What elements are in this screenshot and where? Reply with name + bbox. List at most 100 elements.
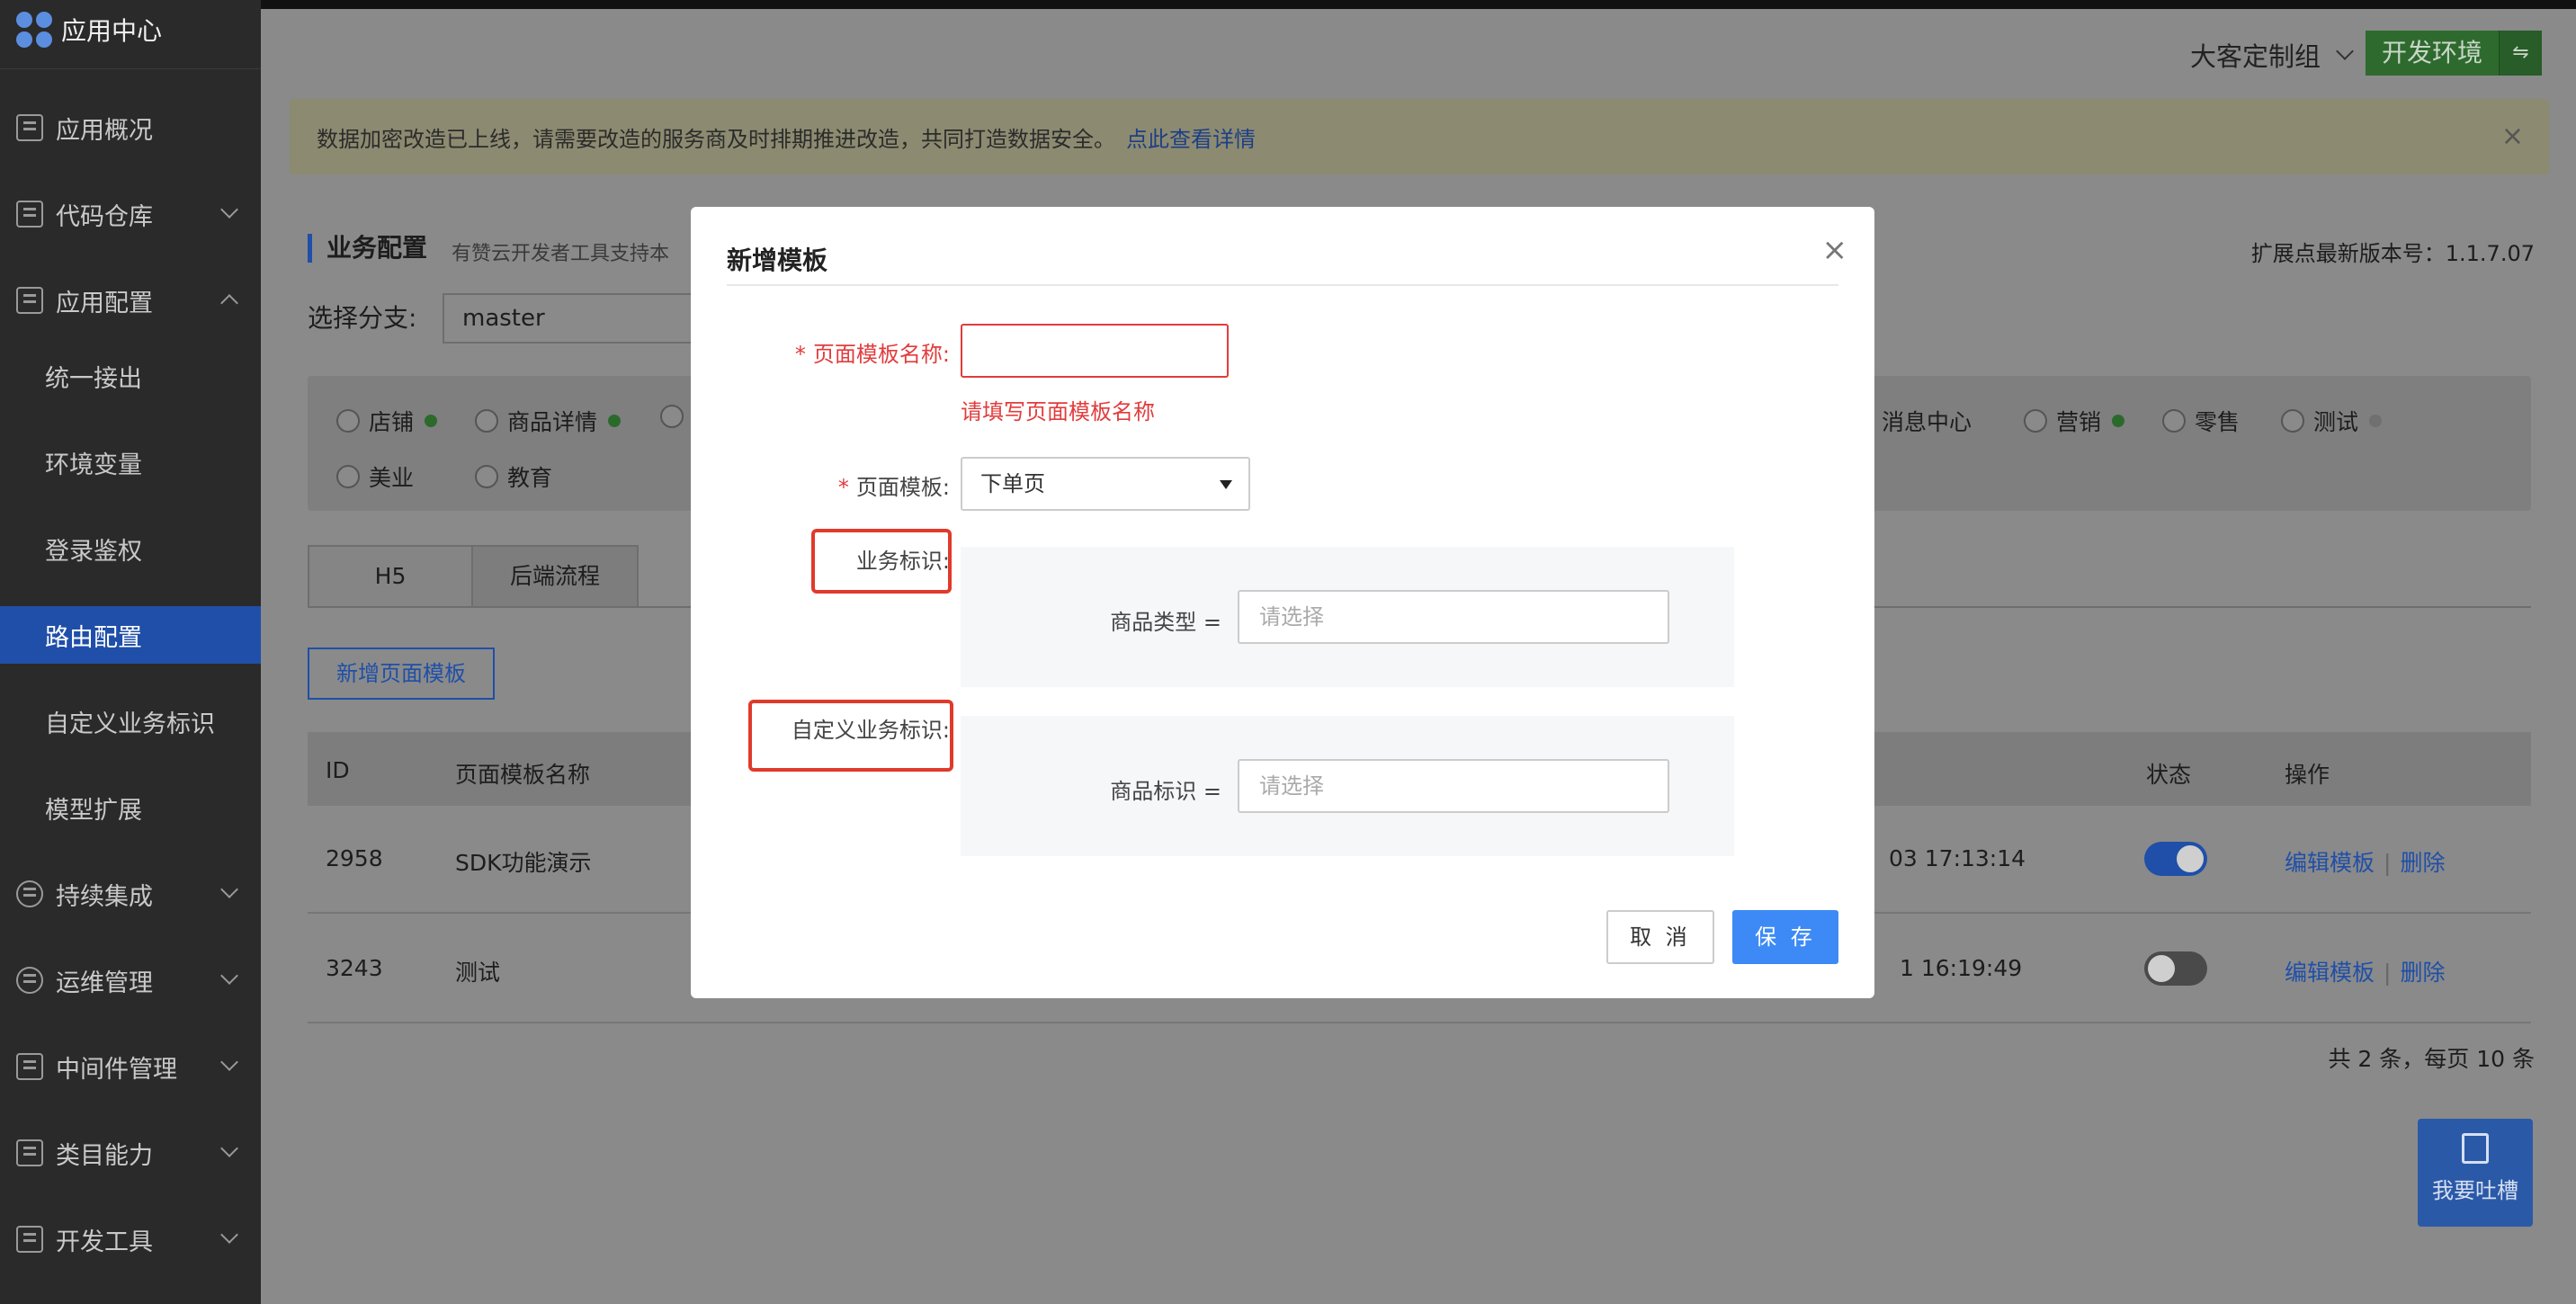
sidebar-item-repo[interactable]: 代码仓库 — [0, 185, 261, 243]
label-text: 页面模板名称: — [812, 342, 950, 367]
notice-text: 数据加密改造已上线，请需要改造的服务商及时排期推进改造，共同打造数据安全。 — [317, 126, 1115, 152]
sidebar-item-label: 运维管理 — [56, 969, 153, 997]
sidebar-item-app-config[interactable]: 应用配置 — [0, 272, 261, 329]
cell-time: 1 16:19:49 — [1900, 955, 2023, 981]
sidebar-item-label: 持续集成 — [56, 882, 153, 911]
sidebar-item-label: 环境变量 — [45, 451, 142, 479]
sidebar-item-login-auth[interactable]: 登录鉴权 — [0, 520, 261, 577]
sidebar-item-category[interactable]: 类目能力 — [0, 1124, 261, 1182]
sidebar: 应用中心 应用概况 代码仓库 应用配置 统一接出 环境变量 登录鉴权 路由配置 … — [0, 0, 261, 1304]
feedback-button[interactable]: 我要吐槽 — [2418, 1119, 2533, 1227]
radio-label: 商品详情 — [507, 409, 598, 435]
delete-link[interactable]: 删除 — [2400, 850, 2445, 876]
sidebar-item-dev-tools[interactable]: 开发工具 — [0, 1210, 261, 1268]
op-separator: | — [2384, 960, 2392, 986]
column-header-id: ID — [326, 757, 350, 783]
page-template-select[interactable]: 下单页 — [961, 457, 1250, 511]
chevron-down-icon — [220, 1139, 238, 1157]
sidebar-item-overview[interactable]: 应用概况 — [0, 99, 261, 156]
sliders-icon — [16, 287, 43, 314]
radio-retail[interactable]: 零售 — [2162, 405, 2240, 437]
flow-icon — [16, 880, 43, 907]
chevron-down-icon — [220, 880, 238, 898]
sidebar-item-label: 登录鉴权 — [45, 537, 142, 566]
sidebar-item-label: 模型扩展 — [45, 796, 142, 825]
radio-test[interactable]: 测试 — [2281, 405, 2383, 437]
sidebar-item-label: 应用概况 — [56, 116, 153, 145]
add-page-template-button[interactable]: 新增页面模板 — [308, 648, 495, 700]
cell-name: 测试 — [455, 960, 501, 986]
sidebar-item-label: 类目能力 — [56, 1141, 153, 1170]
sidebar-item-label: 路由配置 — [45, 623, 142, 652]
notice-banner: 数据加密改造已上线，请需要改造的服务商及时排期推进改造，共同打造数据安全。 点此… — [290, 99, 2549, 174]
sidebar-item-model-ext[interactable]: 模型扩展 — [0, 779, 261, 836]
radio-beauty[interactable]: 美业 — [336, 460, 414, 493]
cancel-button[interactable]: 取 消 — [1606, 910, 1714, 964]
sidebar-item-custom-biz-id[interactable]: 自定义业务标识 — [0, 692, 261, 750]
branch-select[interactable]: master — [443, 293, 712, 344]
calendar-icon — [16, 1139, 43, 1166]
sidebar-item-env-vars[interactable]: 环境变量 — [0, 433, 261, 491]
swap-icon: ⇋ — [2499, 31, 2542, 76]
overview-icon — [16, 114, 43, 141]
sidebar-item-routing[interactable]: 路由配置 — [0, 606, 261, 664]
radio-education[interactable]: 教育 — [475, 460, 552, 493]
app-logo[interactable]: 应用中心 — [16, 7, 162, 52]
branch-label: 选择分支: — [308, 303, 417, 333]
status-dot — [608, 415, 622, 427]
card-title: 业务配置 — [308, 234, 427, 263]
close-icon[interactable]: × — [1822, 232, 1848, 268]
app-grid-icon — [16, 12, 52, 48]
toolbox-icon — [16, 1226, 43, 1253]
select-value: 下单页 — [980, 471, 1045, 496]
column-header-ops: 操作 — [2285, 762, 2330, 788]
template-name-input[interactable] — [961, 324, 1229, 378]
radio-goods-detail[interactable]: 商品详情 — [475, 405, 622, 437]
radio-circle — [336, 465, 360, 488]
edit-template-link[interactable]: 编辑模板 — [2285, 960, 2375, 986]
sidebar-item-middleware[interactable]: 中间件管理 — [0, 1038, 261, 1095]
top-bar — [261, 0, 2576, 9]
pagination-summary: 共 2 条，每页 10 条 — [2328, 1046, 2535, 1072]
close-icon[interactable]: × — [2501, 121, 2524, 152]
column-header-name: 页面模板名称 — [455, 762, 591, 788]
goods-type-select[interactable]: 请选择 — [1238, 590, 1669, 644]
sidebar-item-ci[interactable]: 持续集成 — [0, 865, 261, 923]
status-toggle[interactable] — [2144, 951, 2207, 986]
radio-circle — [2162, 409, 2186, 433]
radio-label: 零售 — [2195, 409, 2241, 435]
label-text: 页面模板: — [855, 475, 950, 500]
status-dot — [425, 415, 438, 427]
chevron-down-icon — [220, 1226, 238, 1244]
notice-detail-link[interactable]: 点此查看详情 — [1126, 121, 1256, 153]
sidebar-item-ops[interactable]: 运维管理 — [0, 951, 261, 1009]
card-subtitle: 有赞云开发者工具支持本 — [452, 243, 670, 265]
required-mark: * — [794, 342, 806, 367]
code-icon — [16, 201, 43, 228]
cell-time: 03 17:13:14 — [1889, 845, 2026, 871]
team-selector[interactable]: 大客定制组 — [2190, 36, 2354, 74]
template-name-error: 请填写页面模板名称 — [961, 399, 1155, 424]
goods-id-select[interactable]: 请选择 — [1238, 759, 1669, 813]
edit-note-icon — [2462, 1133, 2489, 1164]
sidebar-item-label: 代码仓库 — [56, 202, 153, 231]
tab-h5[interactable]: H5 — [308, 545, 473, 608]
status-toggle[interactable] — [2144, 842, 2207, 876]
edit-template-link[interactable]: 编辑模板 — [2285, 850, 2375, 876]
sidebar-item-unified-out[interactable]: 统一接出 — [0, 347, 261, 405]
radio-label: 店铺 — [369, 409, 415, 435]
radio-hidden[interactable] — [660, 405, 693, 428]
env-switch-button[interactable]: 开发环境 ⇋ — [2365, 31, 2542, 76]
radio-shop[interactable]: 店铺 — [336, 405, 438, 437]
radio-label: 教育 — [507, 465, 553, 491]
save-button[interactable]: 保 存 — [1732, 910, 1838, 964]
chevron-up-icon — [220, 294, 238, 312]
cell-id: 3243 — [326, 955, 383, 981]
gauge-icon — [16, 967, 43, 994]
chevron-down-icon — [220, 201, 238, 219]
cell-id: 2958 — [326, 845, 383, 871]
radio-marketing[interactable]: 营销 — [2024, 405, 2125, 437]
toggle-knob — [2177, 845, 2204, 872]
delete-link[interactable]: 删除 — [2400, 960, 2445, 986]
tab-backend-flow[interactable]: 后端流程 — [473, 545, 639, 608]
